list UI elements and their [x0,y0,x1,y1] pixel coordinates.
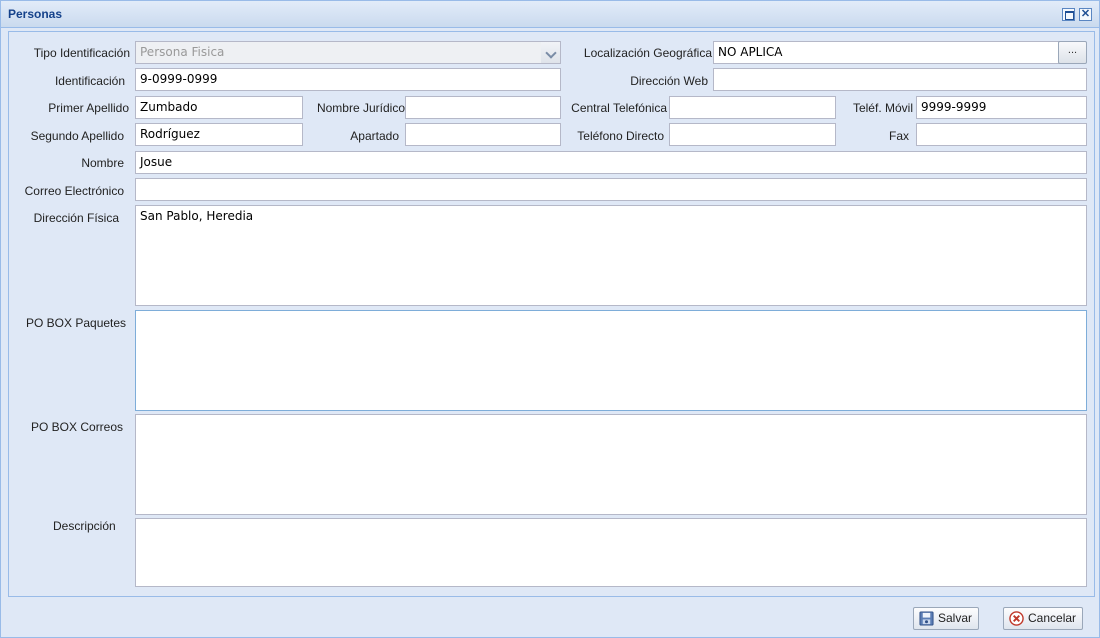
direccion-fisica-textarea[interactable]: San Pablo, Heredia [135,205,1087,306]
central-telefonica-label: Central Telefónica [571,101,667,115]
apartado-label: Apartado [350,129,399,143]
save-button[interactable]: Salvar [913,607,980,630]
tipo-identificacion-combo[interactable]: Persona Fisica [135,41,542,64]
tipo-identificacion-label: Tipo Identificación [33,46,130,60]
save-button-label: Salvar [938,611,973,625]
localizacion-label: Localización Geográfica [583,46,712,60]
telefono-directo-label: Teléfono Directo [577,129,664,143]
correo-field[interactable] [135,178,1087,201]
direccion-fisica-label: Dirección Física [33,211,119,225]
telef-movil-field[interactable]: 9999-9999 [916,96,1087,119]
personas-window: Personas ✕ Tipo Identificación Persona F… [0,0,1100,638]
po-box-paquetes-textarea[interactable] [135,310,1087,411]
maximize-icon[interactable] [1062,8,1075,21]
identificacion-label: Identificación [54,74,125,88]
form-panel: Tipo Identificación Persona Fisica Local… [8,31,1095,597]
po-box-paquetes-label: PO BOX Paquetes [26,316,127,330]
localizacion-browse-button[interactable]: ... [1058,41,1087,64]
descripcion-textarea[interactable] [135,518,1087,587]
primer-apellido-field[interactable]: Zumbado [135,96,303,119]
po-box-correos-textarea[interactable] [135,414,1087,515]
po-box-correos-label: PO BOX Correos [31,420,124,434]
telef-movil-label: Teléf. Móvil [852,101,913,115]
window-title: Personas [8,7,63,21]
segundo-apellido-label: Segundo Apellido [30,129,124,143]
primer-apellido-label: Primer Apellido [48,101,129,115]
telefono-directo-field[interactable] [669,123,836,146]
nombre-field[interactable]: Josue [135,151,1087,174]
nombre-juridico-field[interactable] [405,96,561,119]
cancel-button-label: Cancelar [1028,611,1077,625]
cancel-button[interactable]: Cancelar [1003,607,1084,630]
title-bar[interactable]: Personas ✕ [1,1,1099,28]
apartado-field[interactable] [405,123,561,146]
close-icon[interactable]: ✕ [1079,8,1092,21]
correo-label: Correo Electrónico [24,184,124,198]
fax-label: Fax [888,129,909,143]
identificacion-field[interactable]: 9-0999-0999 [135,68,561,91]
chevron-down-icon[interactable] [541,41,561,64]
central-telefonica-field[interactable] [669,96,836,119]
localizacion-field[interactable]: NO APLICA [713,41,1060,64]
nombre-label: Nombre [81,156,124,170]
button-bar: Salvar Cancelar [1,601,1099,637]
segundo-apellido-field[interactable]: Rodríguez [135,123,303,146]
direccion-web-field[interactable] [713,68,1087,91]
cancel-icon [1009,611,1024,626]
descripcion-label: Descripción [53,519,116,533]
floppy-disk-icon [919,611,934,626]
nombre-juridico-label: Nombre Jurídico [316,101,405,115]
direccion-web-label: Dirección Web [630,74,708,88]
fax-field[interactable] [916,123,1087,146]
